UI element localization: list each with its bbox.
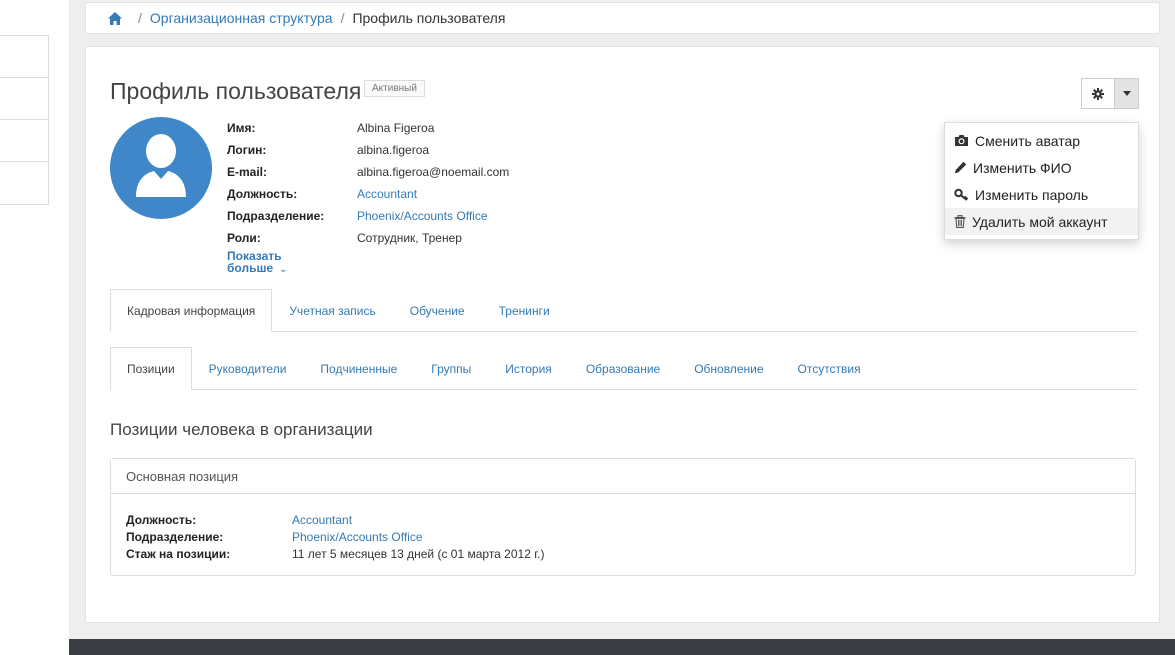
tenure-row: Стаж на позиции: 11 лет 5 месяцев 13 дне… — [126, 545, 1135, 562]
panel-title: Основная позиция — [111, 459, 1135, 494]
tab-hr-info[interactable]: Кадровая информация — [110, 289, 273, 332]
department-row: Подразделение: Phoenix/Accounts Office — [126, 528, 1135, 545]
avatar — [110, 117, 212, 219]
info-row-department: Подразделение: Phoenix/Accounts Office — [227, 205, 509, 227]
info-label: Подразделение: — [227, 209, 325, 223]
tab-absences[interactable]: Отсутствия — [781, 347, 878, 390]
pencil-icon — [955, 161, 967, 174]
menu-item-change-password[interactable]: Изменить пароль — [945, 181, 1138, 208]
left-menu-item[interactable] — [0, 120, 48, 162]
primary-tabs: Кадровая информация Учетная запись Обуче… — [110, 289, 1137, 332]
info-row-login: Логин: albina.figeroa — [227, 139, 509, 161]
info-label: Должность: — [227, 187, 298, 201]
info-row-email: E-mail: albina.figeroa@noemail.com — [227, 161, 509, 183]
breadcrumb-separator: / — [340, 10, 345, 26]
profile-info: Имя: Albina Figeroa Логин: albina.figero… — [227, 117, 509, 249]
position-value-link[interactable]: Accountant — [292, 513, 352, 527]
trash-icon — [954, 215, 966, 228]
info-value-name: Albina Figeroa — [357, 121, 435, 135]
camera-icon — [955, 135, 968, 146]
chevron-down-icon: ⌄ — [279, 264, 288, 275]
tab-positions[interactable]: Позиции — [110, 347, 192, 390]
show-more-link[interactable]: Показать больше ⌄ — [227, 250, 288, 276]
info-row-name: Имя: Albina Figeroa — [227, 117, 509, 139]
info-value-roles: Сотрудник, Тренер — [357, 231, 462, 245]
position-link[interactable]: Accountant — [357, 187, 417, 201]
info-label: Роли: — [227, 231, 261, 245]
info-value-login: albina.figeroa — [357, 143, 430, 157]
menu-item-change-name[interactable]: Изменить ФИО — [945, 154, 1138, 181]
section-title: Позиции человека в организации — [110, 420, 373, 439]
secondary-tabs: Позиции Руководители Подчиненные Группы … — [110, 347, 1137, 390]
show-more-label: больше — [227, 261, 274, 275]
breadcrumb-separator: / — [138, 10, 142, 26]
left-menu-item[interactable] — [0, 36, 48, 78]
tab-subordinates[interactable]: Подчиненные — [303, 347, 414, 390]
tab-managers[interactable]: Руководители — [192, 347, 304, 390]
tenure-label: Стаж на позиции: — [126, 546, 231, 561]
main-position-panel: Основная позиция Должность: Accountant П… — [110, 458, 1136, 576]
caret-down-icon — [1122, 91, 1131, 96]
actions-button-group — [1081, 78, 1139, 109]
tab-trainings[interactable]: Тренинги — [482, 289, 567, 332]
info-label: Логин: — [227, 143, 267, 157]
tenure-value: 11 лет 5 месяцев 13 дней (с 01 марта 201… — [292, 546, 545, 561]
settings-button[interactable] — [1081, 78, 1115, 109]
info-row-roles: Роли: Сотрудник, Тренер — [227, 227, 509, 249]
panel-body: Должность: Accountant Подразделение: Pho… — [111, 494, 1135, 562]
gear-icon — [1092, 87, 1104, 100]
department-value-link[interactable]: Phoenix/Accounts Office — [292, 530, 423, 544]
profile-panel: Профиль пользователя Активный Имя: Albin… — [85, 46, 1160, 623]
tab-education[interactable]: Образование — [569, 347, 677, 390]
info-label: Имя: — [227, 121, 256, 135]
left-sidebar — [0, 0, 69, 655]
home-icon[interactable] — [108, 11, 122, 25]
breadcrumb-current: Профиль пользователя — [352, 10, 506, 26]
info-value-email: albina.figeroa@noemail.com — [357, 165, 510, 179]
actions-dropdown-menu: Сменить аватар Изменить ФИО Изменить пар… — [944, 122, 1139, 240]
left-menu — [0, 35, 49, 205]
menu-item-label: Изменить пароль — [975, 186, 1089, 203]
tab-learning[interactable]: Обучение — [393, 289, 482, 332]
info-row-position: Должность: Accountant — [227, 183, 509, 205]
department-label: Подразделение: — [126, 529, 224, 544]
actions-dropdown-toggle[interactable] — [1115, 78, 1139, 109]
tab-groups[interactable]: Группы — [414, 347, 488, 390]
breadcrumb: / Организационная структура / Профиль по… — [85, 2, 1160, 34]
page-title: Профиль пользователя — [110, 78, 362, 104]
status-badge: Активный — [364, 80, 425, 97]
tab-account[interactable]: Учетная запись — [272, 289, 392, 332]
menu-item-delete-account[interactable]: Удалить мой аккаунт — [945, 208, 1138, 235]
menu-item-change-avatar[interactable]: Сменить аватар — [945, 127, 1138, 154]
menu-item-label: Удалить мой аккаунт — [972, 213, 1108, 230]
tab-update[interactable]: Обновление — [677, 347, 780, 390]
user-silhouette-icon — [136, 134, 186, 197]
left-menu-item[interactable] — [0, 78, 48, 120]
info-label: E-mail: — [227, 165, 268, 179]
position-label: Должность: — [126, 512, 197, 527]
key-icon — [954, 188, 969, 201]
menu-item-label: Сменить аватар — [975, 132, 1081, 149]
position-row: Должность: Accountant — [126, 511, 1135, 528]
breadcrumb-link-org-structure[interactable]: Организационная структура — [150, 10, 333, 26]
tab-history[interactable]: История — [488, 347, 569, 390]
footer-bar — [69, 639, 1175, 655]
department-link[interactable]: Phoenix/Accounts Office — [357, 209, 488, 223]
left-menu-item[interactable] — [0, 162, 48, 204]
menu-item-label: Изменить ФИО — [973, 159, 1072, 176]
